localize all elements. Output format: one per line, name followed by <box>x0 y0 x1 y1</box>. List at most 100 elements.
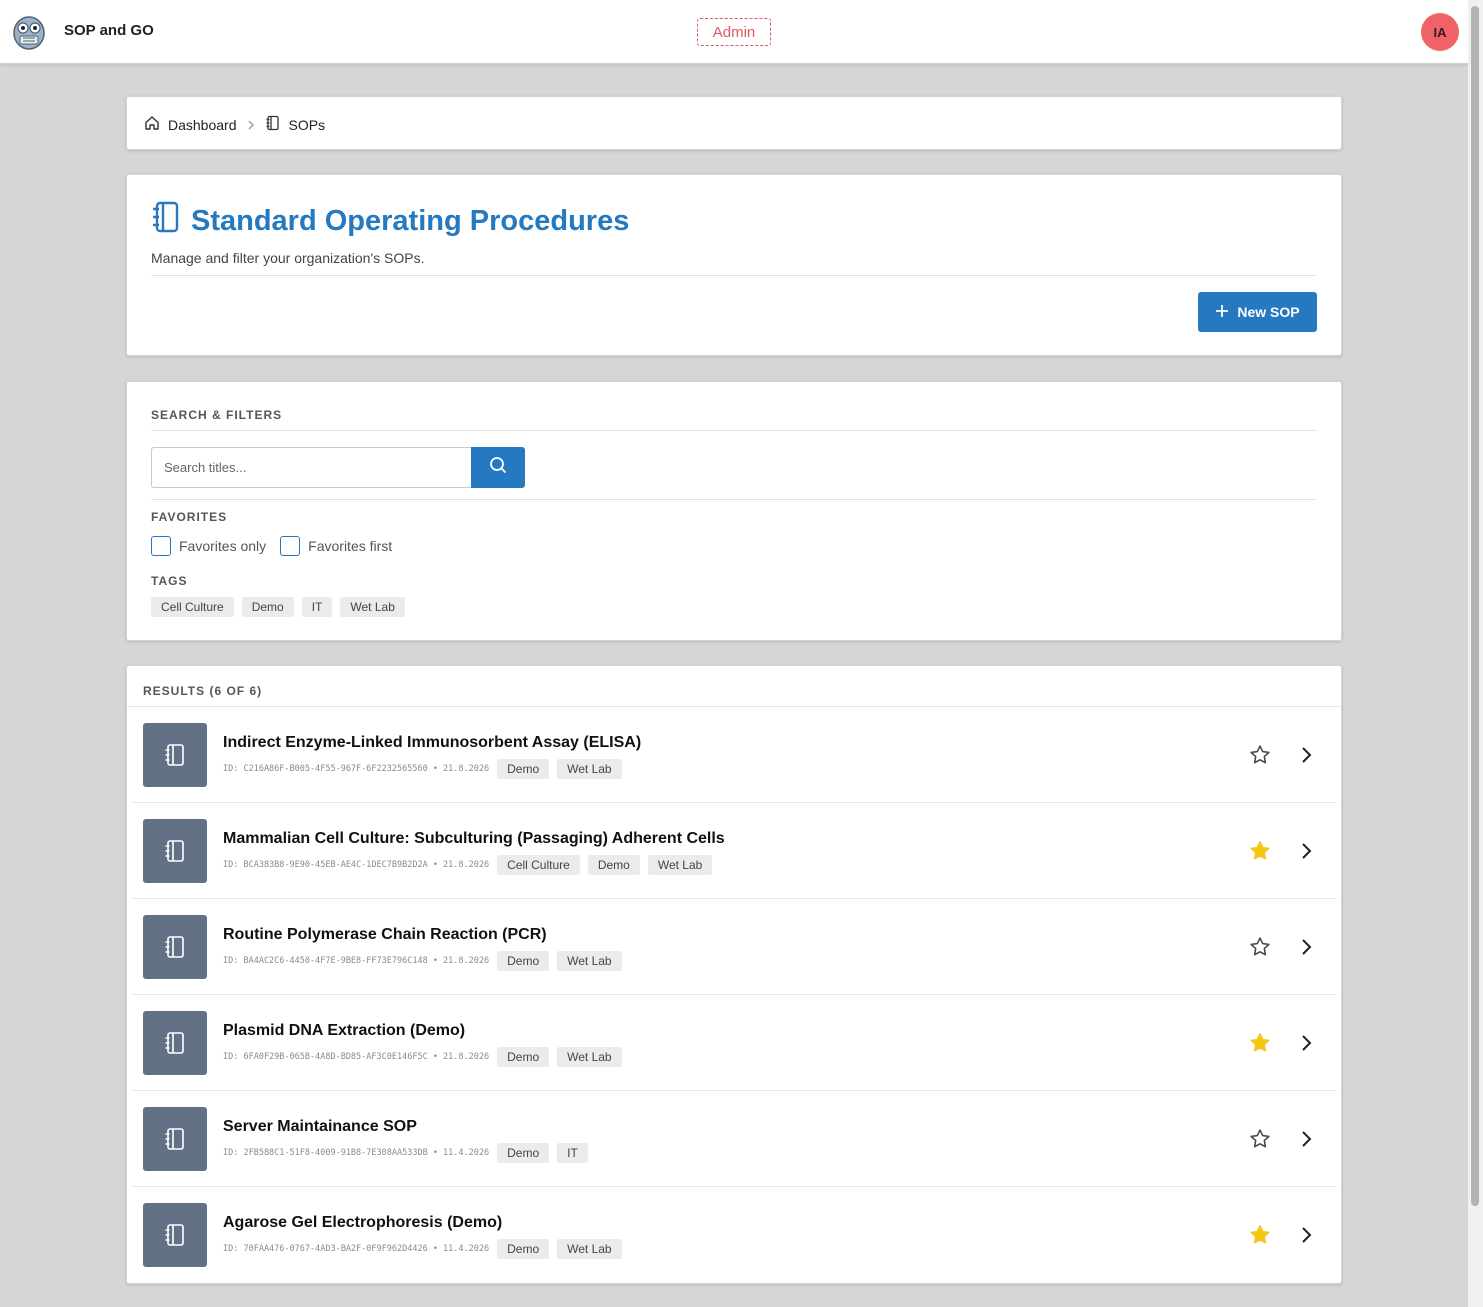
page-scrollbar[interactable] <box>1468 0 1483 1307</box>
notebook-icon <box>265 115 281 134</box>
sop-row[interactable]: Server Maintainance SOP ID: 2FB588C1-51F… <box>131 1091 1337 1187</box>
user-avatar[interactable]: IA <box>1421 13 1459 51</box>
chevron-right-icon[interactable] <box>1294 743 1318 767</box>
role-badge: Admin <box>697 18 771 46</box>
sop-tag: Wet Lab <box>557 1239 622 1259</box>
breadcrumb-dashboard[interactable]: Dashboard <box>144 115 237 134</box>
sop-title[interactable]: Plasmid DNA Extraction (Demo) <box>223 1022 465 1040</box>
sop-tag: Demo <box>497 1143 550 1163</box>
search-filters-card: SEARCH & FILTERS FAVORITES Favorites onl… <box>126 381 1342 641</box>
tag-filter-cell-culture[interactable]: Cell Culture <box>151 597 234 617</box>
breadcrumb-sops-label: SOPs <box>288 116 326 133</box>
breadcrumb-card: Dashboard SOPs <box>126 96 1342 150</box>
sop-tag: Wet Lab <box>557 951 622 971</box>
search-icon <box>489 456 507 479</box>
page-title: Standard Operating Procedures <box>151 201 629 241</box>
checkbox[interactable] <box>280 536 301 556</box>
sop-title[interactable]: Routine Polymerase Chain Reaction (PCR) <box>223 926 547 944</box>
filters-heading: SEARCH & FILTERS <box>151 408 283 422</box>
tag-filter-demo[interactable]: Demo <box>241 597 294 617</box>
chevron-right-icon <box>247 120 255 130</box>
app-logo-icon[interactable] <box>12 14 46 50</box>
sop-tag: Demo <box>497 759 550 779</box>
chevron-right-icon[interactable] <box>1294 1223 1318 1247</box>
sop-tag: Demo <box>497 1047 550 1067</box>
star-outline-icon[interactable] <box>1248 1127 1272 1151</box>
chevron-right-icon[interactable] <box>1294 935 1318 959</box>
app-title[interactable]: SOP and GO <box>64 22 154 39</box>
results-heading: RESULTS (6 OF 6) <box>143 684 263 698</box>
chevron-right-icon[interactable] <box>1294 1127 1318 1151</box>
tag-filter-it[interactable]: IT <box>301 597 333 617</box>
sop-id-date: ID: BA4AC2C6-4450-4F7E-9BE8-FF73E796C148… <box>223 956 490 966</box>
notebook-icon <box>151 201 181 241</box>
sop-tag: Wet Lab <box>557 1047 622 1067</box>
top-bar: SOP and GO Admin IA <box>0 0 1468 64</box>
breadcrumb-sops[interactable]: SOPs <box>265 115 326 134</box>
sop-id-date: ID: C216A86F-B005-4F55-967F-6F2232565560… <box>223 764 490 774</box>
divider <box>151 430 1317 431</box>
breadcrumb-dashboard-label: Dashboard <box>168 116 237 133</box>
sop-tag: Demo <box>587 855 640 875</box>
notebook-icon <box>143 1203 207 1267</box>
sop-meta: ID: 2FB588C1-51F8-4009-91B8-7E308AA533DB… <box>223 1143 588 1163</box>
chevron-right-icon[interactable] <box>1294 839 1318 863</box>
sop-tag: Cell Culture <box>497 855 580 875</box>
checkbox[interactable] <box>151 536 171 556</box>
star-filled-icon[interactable] <box>1248 839 1272 863</box>
sop-id-date: ID: BCA383B8-9E90-45EB-AE4C-1DEC7B9B2D2A… <box>223 860 490 870</box>
favorites-options: Favorites only Favorites first <box>151 536 392 556</box>
favorites-only-label: Favorites only <box>179 538 267 554</box>
results-card: RESULTS (6 OF 6) Indirect Enzyme-Linked … <box>126 665 1342 1284</box>
page-title-text: Standard Operating Procedures <box>191 204 630 237</box>
new-sop-label: New SOP <box>1237 304 1300 320</box>
sop-title[interactable]: Agarose Gel Electrophoresis (Demo) <box>223 1214 502 1232</box>
favorites-heading: FAVORITES <box>151 510 228 524</box>
page-subtitle: Manage and filter your organization's SO… <box>151 250 425 266</box>
sop-tag: Demo <box>497 1239 550 1259</box>
tag-filter-wet-lab[interactable]: Wet Lab <box>340 597 405 617</box>
sop-tag: IT <box>557 1143 588 1163</box>
sop-title[interactable]: Server Maintainance SOP <box>223 1118 417 1136</box>
divider <box>151 499 1317 500</box>
sop-row[interactable]: Routine Polymerase Chain Reaction (PCR) … <box>131 899 1337 995</box>
search-input[interactable] <box>151 447 472 488</box>
home-icon <box>144 115 160 134</box>
sop-meta: ID: BA4AC2C6-4450-4F7E-9BE8-FF73E796C148… <box>223 951 622 971</box>
sop-tag: Demo <box>497 951 550 971</box>
sop-row[interactable]: Mammalian Cell Culture: Subculturing (Pa… <box>131 803 1337 899</box>
breadcrumb: Dashboard SOPs <box>144 115 325 134</box>
sop-title[interactable]: Indirect Enzyme-Linked Immunosorbent Ass… <box>223 734 641 752</box>
notebook-icon <box>143 915 207 979</box>
tags-heading: TAGS <box>151 574 188 588</box>
new-sop-button[interactable]: New SOP <box>1198 292 1317 332</box>
favorites-first-checkbox[interactable]: Favorites first <box>280 536 392 556</box>
scrollbar-thumb[interactable] <box>1471 6 1479 1206</box>
chevron-right-icon[interactable] <box>1294 1031 1318 1055</box>
star-outline-icon[interactable] <box>1248 743 1272 767</box>
star-outline-icon[interactable] <box>1248 935 1272 959</box>
sop-title[interactable]: Mammalian Cell Culture: Subculturing (Pa… <box>223 830 725 848</box>
star-filled-icon[interactable] <box>1248 1223 1272 1247</box>
notebook-icon <box>143 1011 207 1075</box>
notebook-icon <box>143 723 207 787</box>
sop-row[interactable]: Plasmid DNA Extraction (Demo) ID: 6FA0F2… <box>131 995 1337 1091</box>
notebook-icon <box>143 1107 207 1171</box>
sop-meta: ID: 6FA0F29B-065B-4A8D-BD85-AF3C0E146F5C… <box>223 1047 622 1067</box>
star-filled-icon[interactable] <box>1248 1031 1272 1055</box>
sop-tag: Wet Lab <box>647 855 713 875</box>
divider <box>151 275 1317 276</box>
sop-meta: ID: 70FAA476-0767-4AD3-BA2F-0F9F962D4426… <box>223 1239 622 1259</box>
results-list: Indirect Enzyme-Linked Immunosorbent Ass… <box>127 707 1341 1283</box>
sop-row[interactable]: Agarose Gel Electrophoresis (Demo) ID: 7… <box>131 1187 1337 1283</box>
plus-icon <box>1215 304 1229 321</box>
search-button[interactable] <box>471 447 525 488</box>
favorites-only-checkbox[interactable]: Favorites only <box>151 536 266 556</box>
sop-tag: Wet Lab <box>557 759 622 779</box>
sop-row[interactable]: Indirect Enzyme-Linked Immunosorbent Ass… <box>131 707 1337 803</box>
page-header-card: Standard Operating Procedures Manage and… <box>126 174 1342 356</box>
sop-id-date: ID: 6FA0F29B-065B-4A8D-BD85-AF3C0E146F5C… <box>223 1052 490 1062</box>
tag-filter-list: Cell Culture Demo IT Wet Lab <box>151 597 405 617</box>
notebook-icon <box>143 819 207 883</box>
sop-meta: ID: BCA383B8-9E90-45EB-AE4C-1DEC7B9B2D2A… <box>223 855 713 875</box>
